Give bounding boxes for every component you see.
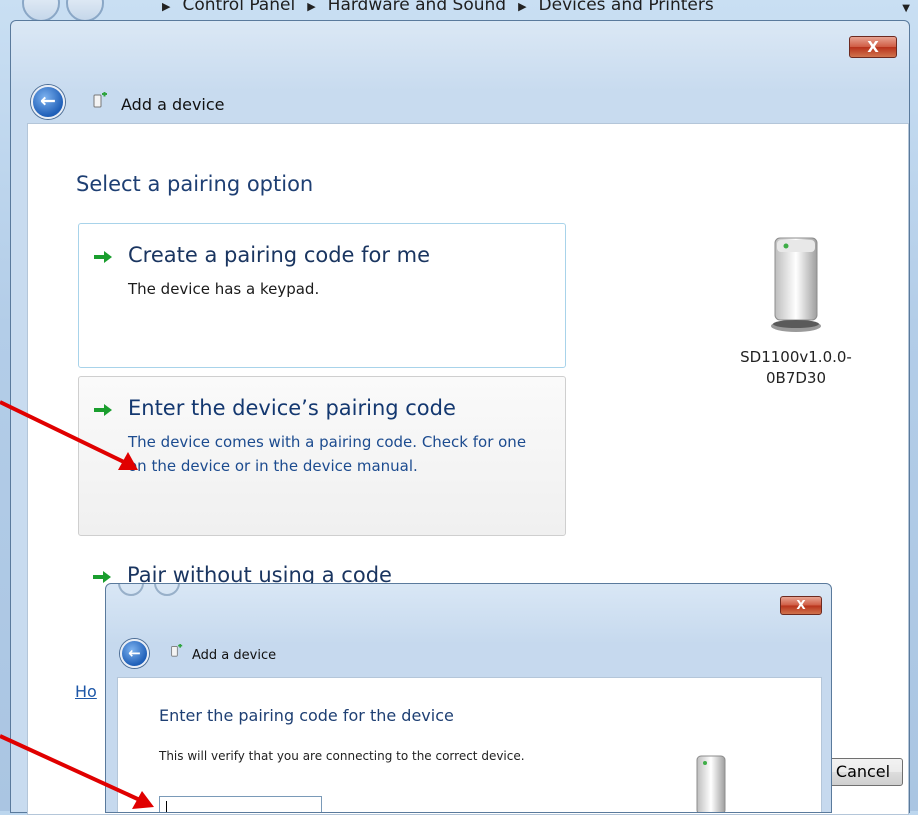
dialog-title: Add a device: [121, 95, 225, 114]
close-button[interactable]: X: [849, 36, 897, 58]
option-enter-device-code[interactable]: Enter the device’s pairing code The devi…: [78, 376, 566, 536]
overlay-close-button[interactable]: X: [780, 596, 822, 615]
address-dropdown-icon[interactable]: ▼: [902, 3, 910, 14]
option-title: Create a pairing code for me: [128, 243, 431, 267]
green-arrow-icon: [94, 251, 112, 263]
overlay-content: Enter the pairing code for the device Th…: [117, 677, 822, 812]
page-heading: Select a pairing option: [76, 172, 314, 196]
text-caret: [166, 801, 167, 812]
option-create-pairing-code[interactable]: Create a pairing code for me The device …: [78, 223, 566, 368]
back-button[interactable]: ←: [31, 85, 65, 119]
overlay-heading: Enter the pairing code for the device: [159, 706, 454, 725]
device-tower-icon: [771, 237, 821, 332]
help-link[interactable]: Ho: [75, 682, 97, 701]
add-device-icon: [93, 92, 107, 108]
breadcrumb-separator-icon: ▶: [518, 0, 527, 13]
device-tower-icon: [696, 755, 726, 812]
add-device-icon: [171, 644, 183, 657]
device-preview: SD1100v1.0.0-0B7D30: [716, 234, 876, 389]
back-arrow-icon: ←: [128, 644, 141, 662]
option-description: The device comes with a pairing code. Ch…: [128, 433, 527, 475]
breadcrumb-devices-and-printers[interactable]: Devices and Printers: [539, 0, 714, 15]
explorer-back-button[interactable]: [22, 0, 60, 20]
device-name: SD1100v1.0.0-0B7D30: [740, 348, 852, 387]
ghost-forward-button: [154, 584, 180, 596]
breadcrumb-separator-icon: ▶: [307, 0, 316, 13]
option-title: Enter the device’s pairing code: [128, 396, 456, 420]
pairing-code-dialog: X ← Add a device Enter the pairing code …: [105, 583, 832, 813]
overlay-instruction: This will verify that you are connecting…: [159, 749, 525, 763]
back-arrow-icon: ←: [40, 90, 56, 112]
overlay-title: Add a device: [192, 648, 277, 663]
breadcrumb-hardware-and-sound[interactable]: Hardware and Sound: [328, 0, 506, 15]
breadcrumb-control-panel[interactable]: Control Panel: [182, 0, 295, 15]
address-bar[interactable]: ▶ Control Panel ▶ Hardware and Sound ▶ Device…: [0, 0, 918, 20]
option-description: The device has a keypad.: [128, 280, 320, 298]
breadcrumb-separator-icon: ▶: [162, 0, 171, 13]
pairing-code-input[interactable]: [159, 796, 322, 812]
breadcrumb[interactable]: ▶ Control Panel ▶ Hardware and Sound ▶ Device…: [150, 0, 714, 15]
overlay-back-button[interactable]: ←: [120, 639, 149, 668]
cancel-button[interactable]: Cancel: [823, 758, 903, 786]
green-arrow-icon: [93, 571, 111, 583]
green-arrow-icon: [94, 404, 112, 416]
explorer-forward-button[interactable]: [66, 0, 104, 20]
ghost-back-button: [118, 584, 144, 596]
